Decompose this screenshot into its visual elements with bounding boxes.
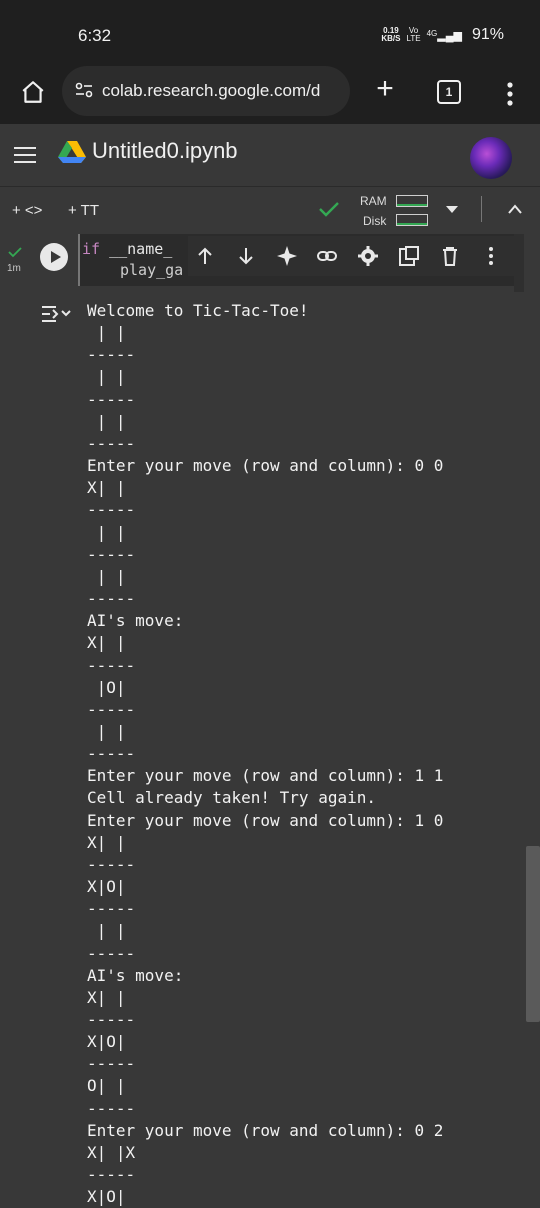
cell-exec-time: 1m — [7, 263, 21, 274]
menu-icon[interactable] — [14, 146, 36, 164]
kebab-icon[interactable] — [500, 80, 520, 108]
link-icon[interactable] — [316, 245, 338, 267]
output-text: Welcome to Tic-Tac-Toe! | | ----- | | --… — [87, 301, 444, 1207]
tune-icon[interactable] — [74, 80, 94, 100]
disk-label[interactable]: Disk — [363, 214, 386, 228]
status-bar: 6:32 0.19 KB/S Vo LTE 4G▂▄▆ 91% — [0, 0, 540, 64]
signal-label: 4G — [426, 28, 438, 38]
code-keyword: if — [82, 240, 101, 258]
code-rest: __name_ — [100, 240, 173, 258]
gear-icon[interactable] — [357, 245, 379, 267]
address-bar[interactable]: colab.research.google.com/d — [62, 66, 350, 116]
status-time: 6:32 — [78, 26, 112, 45]
more-icon[interactable] — [480, 245, 502, 267]
url-text[interactable]: colab.research.google.com/d — [102, 81, 346, 101]
notebook-title[interactable]: Untitled0.ipynb — [92, 138, 238, 164]
cell-scroll-track — [514, 234, 524, 292]
code-line-2[interactable]: play_ga — [120, 261, 183, 279]
net-speed: 0.19 KB/S — [381, 27, 400, 43]
net-speed-unit: KB/S — [381, 34, 401, 43]
code-line-1[interactable]: if __name_ — [82, 240, 172, 258]
cell-check-icon — [8, 247, 22, 258]
page-scrollbar[interactable] — [526, 846, 540, 1022]
output-icon[interactable] — [40, 303, 74, 325]
drive-icon — [58, 141, 86, 163]
battery-level: 91% — [471, 26, 504, 43]
browser-toolbar: colab.research.google.com/d + 1 — [0, 64, 540, 124]
tabs-icon[interactable]: 1 — [437, 80, 461, 104]
ram-usage-bar[interactable] — [396, 195, 428, 207]
mirror-icon[interactable] — [398, 245, 420, 267]
sparkle-icon[interactable] — [276, 245, 298, 267]
avatar[interactable] — [470, 137, 512, 179]
caret-down-icon[interactable] — [446, 206, 458, 213]
chevron-up-icon[interactable] — [507, 203, 523, 215]
run-icon[interactable] — [40, 243, 68, 271]
ram-usage-fill — [397, 204, 427, 206]
home-icon[interactable] — [20, 79, 46, 105]
arrow-up-icon[interactable] — [194, 245, 216, 267]
add-code-button[interactable]: + <> — [12, 202, 42, 219]
plus-icon[interactable]: + — [372, 74, 398, 104]
volte-indicator: Vo LTE — [407, 27, 421, 43]
check-icon — [319, 202, 339, 217]
status-right: 0.19 KB/S Vo LTE 4G▂▄▆ 91% — [381, 26, 504, 44]
add-text-button[interactable]: + TT — [68, 202, 99, 219]
volte-bottom: LTE — [406, 34, 421, 43]
signal-icon: 4G▂▄▆ — [426, 28, 462, 42]
disk-usage-bar[interactable] — [396, 214, 428, 226]
ram-label[interactable]: RAM — [360, 194, 387, 208]
trash-icon[interactable] — [439, 245, 461, 267]
disk-usage-fill — [397, 223, 427, 225]
arrow-down-icon[interactable] — [235, 245, 257, 267]
toolbar-divider — [481, 196, 482, 222]
